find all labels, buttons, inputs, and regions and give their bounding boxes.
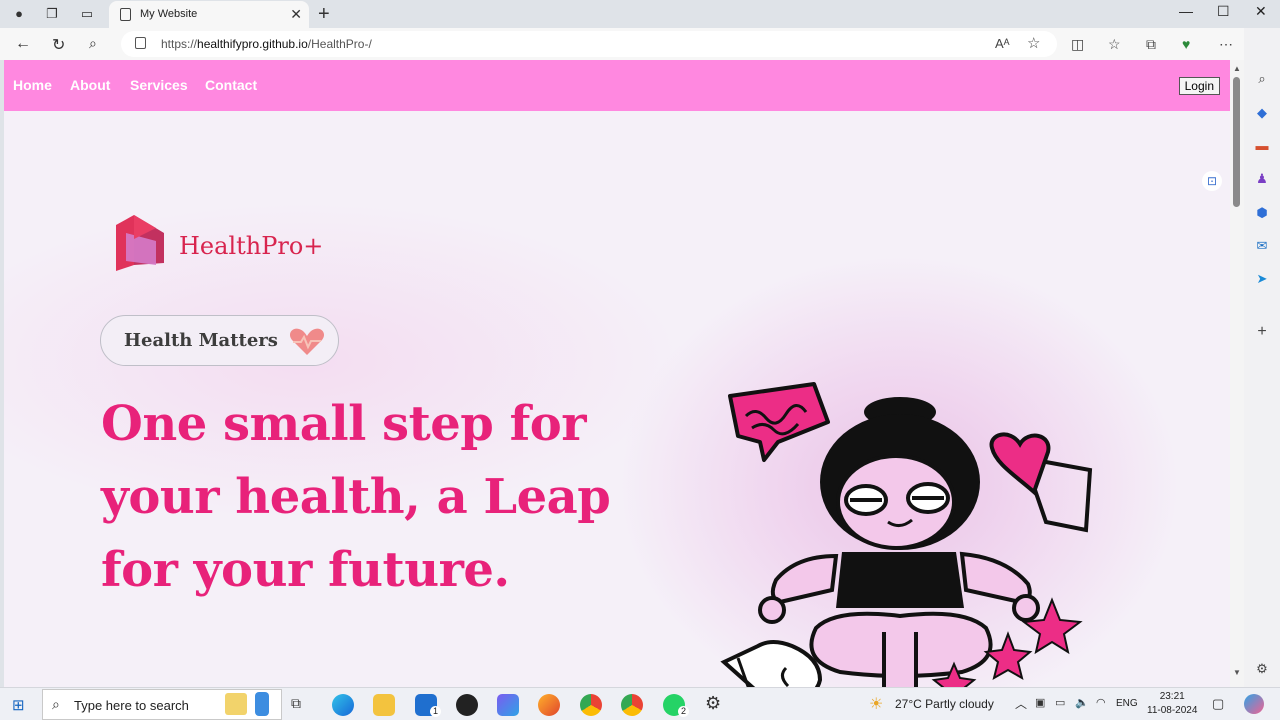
copilot-tray-icon[interactable]: [1244, 694, 1264, 714]
task-view-icon[interactable]: ⧉: [291, 695, 301, 712]
edge-taskbar-icon[interactable]: [332, 694, 354, 716]
weather-text[interactable]: 27°C Partly cloudy: [895, 697, 994, 711]
maximize-button[interactable]: ☐: [1217, 3, 1230, 20]
sidebar-tools-icon[interactable]: ▬: [1254, 138, 1270, 154]
sidebar-microsoft365-icon[interactable]: ⬢: [1254, 205, 1270, 221]
url-path: /HealthPro-/: [307, 37, 372, 51]
settings-taskbar-icon[interactable]: ⚙: [705, 693, 721, 714]
visual-search-icon[interactable]: ⊡: [1202, 171, 1222, 191]
page-scrollbar[interactable]: ▲ ▼: [1230, 60, 1244, 687]
minimize-button[interactable]: —: [1179, 3, 1193, 19]
tab-my-website[interactable]: My Website ✕: [109, 1, 309, 28]
hero-headline: One small step for your health, a Leap f…: [101, 388, 661, 607]
language-indicator[interactable]: ENG: [1116, 698, 1138, 709]
health-matters-pill: Health Matters: [100, 315, 339, 366]
clock-time: 23:21: [1159, 691, 1185, 702]
web-page: Home About Services Contact Login ⊡ Heal…: [4, 60, 1230, 687]
sidebar-search-icon[interactable]: ⌕: [1254, 71, 1270, 87]
healthpro-logo-icon: [116, 215, 164, 271]
search-icon[interactable]: ⌕: [89, 35, 97, 52]
close-window-button[interactable]: ✕: [1255, 3, 1267, 20]
volume-icon[interactable]: 🔈: [1075, 696, 1089, 709]
wifi-icon[interactable]: ◠: [1096, 696, 1106, 709]
new-tab-button[interactable]: +: [318, 3, 330, 26]
scroll-up-icon[interactable]: ▲: [1233, 64, 1241, 73]
toolbar: ← ↻ ⌕ https://healthifypro.github.io/Hea…: [0, 28, 1280, 60]
tab-title: My Website: [140, 8, 198, 20]
split-screen-icon[interactable]: ◫: [1071, 36, 1084, 53]
close-tab-icon[interactable]: ✕: [290, 6, 302, 23]
heart-icon: [289, 328, 325, 355]
chrome-profile-icon[interactable]: [621, 694, 643, 716]
sidebar-settings-icon[interactable]: ⚙: [1254, 661, 1270, 677]
scrollbar-thumb[interactable]: [1233, 77, 1240, 207]
taskbar-search-icon: ⌕: [52, 696, 60, 712]
favorites-icon[interactable]: ☆: [1108, 36, 1121, 53]
battery-icon[interactable]: ▭: [1055, 696, 1065, 709]
headline-line-3: for your future.: [101, 542, 510, 598]
copilot-taskbar-icon[interactable]: [497, 694, 519, 716]
windows-taskbar: ⊞ ⌕ Type here to search ⧉ 1 2 ⚙ ☀ 27°C P…: [0, 687, 1280, 720]
address-bar[interactable]: https://healthifypro.github.io/HealthPro…: [121, 31, 1057, 57]
lock-icon[interactable]: [135, 37, 146, 49]
weather-icon[interactable]: ☀: [869, 694, 883, 714]
url-text[interactable]: https://healthifypro.github.io/HealthPro…: [161, 37, 372, 51]
mail-badge: 1: [430, 706, 441, 717]
notifications-icon[interactable]: ▢: [1212, 696, 1224, 712]
meditation-illustration: [720, 382, 1093, 687]
firefox-icon[interactable]: [538, 694, 560, 716]
sidebar-shopping-icon[interactable]: ◆: [1254, 105, 1270, 121]
windows-start-icon[interactable]: ⊞: [12, 696, 25, 714]
clock[interactable]: 23:21 11-08-2024: [1147, 690, 1197, 718]
chrome-icon[interactable]: [580, 694, 602, 716]
sidebar-add-icon[interactable]: +: [1254, 324, 1270, 340]
search-highlight-icon: [225, 693, 247, 715]
dell-icon[interactable]: [456, 694, 478, 716]
brand-name: HealthPro+: [179, 232, 324, 260]
more-menu-icon[interactable]: ⋯: [1219, 36, 1233, 53]
clock-date: 11-08-2024: [1147, 705, 1198, 716]
search-highlight-bottle-icon: [255, 692, 269, 716]
profile-icon[interactable]: ●: [10, 5, 28, 23]
vertical-tabs-icon[interactable]: ▭: [78, 5, 96, 23]
tray-app-icon[interactable]: ▣: [1035, 696, 1045, 709]
search-placeholder: Type here to search: [74, 698, 189, 713]
nav-about-link[interactable]: About: [70, 77, 110, 93]
sidebar-games-icon[interactable]: ♟: [1254, 171, 1270, 187]
nav-home-link[interactable]: Home: [13, 77, 52, 93]
hero-section: ⊡ HealthPro+ Health Matters One small st…: [4, 111, 1230, 687]
browser-essentials-icon[interactable]: ♥: [1182, 36, 1190, 52]
file-explorer-icon[interactable]: [373, 694, 395, 716]
nav-services-link[interactable]: Services: [130, 77, 188, 93]
taskbar-search-input[interactable]: ⌕ Type here to search: [42, 689, 282, 720]
scroll-down-icon[interactable]: ▼: [1233, 668, 1241, 677]
back-icon[interactable]: ←: [15, 35, 31, 53]
login-button[interactable]: Login: [1178, 77, 1220, 95]
whatsapp-badge: 2: [678, 706, 689, 717]
edge-sidebar: ⌕ ◆ ▬ ♟ ⬢ ✉ ➤ + ⚙: [1244, 28, 1280, 687]
headline-line-1: One small step for: [101, 396, 587, 452]
page-favicon-icon: [120, 8, 131, 21]
workspaces-icon[interactable]: ❐: [43, 5, 61, 23]
collections-icon[interactable]: ⧉: [1146, 36, 1156, 53]
favorite-star-icon[interactable]: ☆: [1027, 34, 1040, 52]
pill-text: Health Matters: [124, 330, 278, 351]
headline-line-2: your health, a Leap: [101, 469, 611, 525]
site-navbar: Home About Services Contact Login: [4, 60, 1230, 111]
nav-contact-link[interactable]: Contact: [205, 77, 257, 93]
tray-chevron-icon[interactable]: ︿: [1015, 695, 1027, 712]
sidebar-outlook-icon[interactable]: ✉: [1254, 238, 1270, 254]
url-host: healthifypro.github.io: [197, 37, 308, 51]
read-aloud-icon[interactable]: Aᴬ: [995, 36, 1010, 51]
refresh-icon[interactable]: ↻: [52, 35, 65, 55]
url-prefix: https://: [161, 37, 198, 51]
tab-strip: ● ❐ ▭ My Website ✕ + — ☐ ✕: [0, 0, 1280, 28]
sidebar-drop-icon[interactable]: ➤: [1254, 271, 1270, 287]
